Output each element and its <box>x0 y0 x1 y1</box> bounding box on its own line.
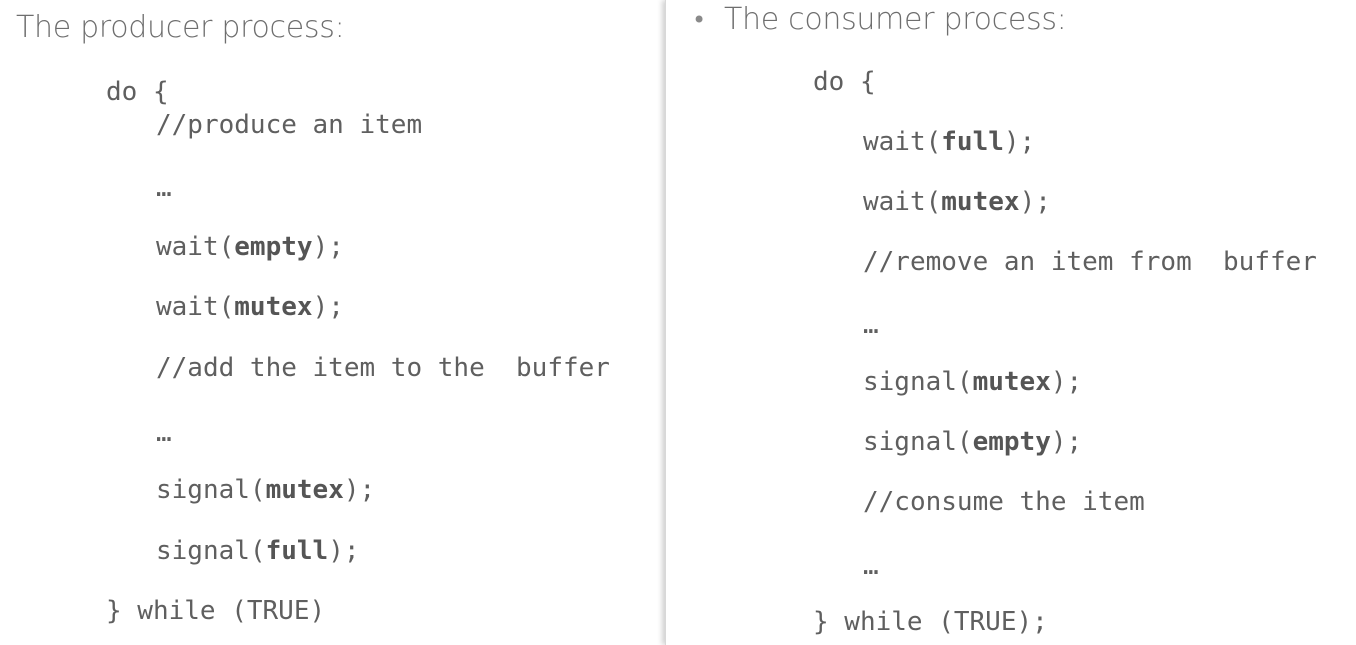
code-text: signal( <box>863 427 973 457</box>
code-text: wait( <box>156 292 235 322</box>
consumer-comment-consume: //consume the item <box>863 487 1145 517</box>
code-text: ); <box>1050 427 1083 457</box>
producer-do-open: do { <box>106 77 169 107</box>
semaphore-mutex: mutex <box>972 367 1051 397</box>
bullet-icon: • <box>692 6 707 34</box>
consumer-do-open: do { <box>813 67 876 97</box>
code-text: ); <box>1003 127 1036 157</box>
producer-comment-add: //add the item to the buffer <box>156 353 610 383</box>
producer-wait-mutex: wait(mutex); <box>156 291 344 323</box>
code-text: wait( <box>156 232 235 262</box>
code-text: wait( <box>863 187 942 217</box>
producer-signal-mutex: signal(mutex); <box>156 474 375 506</box>
producer-wait-empty: wait(empty); <box>156 231 344 263</box>
semaphore-mutex: mutex <box>234 292 313 322</box>
consumer-while-close: } while (TRUE); <box>813 607 1048 637</box>
producer-panel: The producer process: do { //produce an … <box>0 0 664 645</box>
code-text: signal( <box>156 475 266 505</box>
code-text: signal( <box>156 536 266 566</box>
code-text: ); <box>1050 367 1083 397</box>
consumer-signal-empty: signal(empty); <box>863 426 1082 458</box>
producer-ellipsis-1: … <box>156 173 172 203</box>
semaphore-mutex: mutex <box>265 475 344 505</box>
code-text: ); <box>1019 187 1051 217</box>
code-text: ); <box>312 292 344 322</box>
consumer-ellipsis-1: … <box>863 310 879 340</box>
producer-ellipsis-2: … <box>156 418 172 448</box>
producer-comment-produce: //produce an item <box>156 110 423 140</box>
consumer-panel: • The consumer process: do { wait(full);… <box>665 0 1356 645</box>
code-text: ); <box>312 232 344 262</box>
semaphore-mutex: mutex <box>941 187 1020 217</box>
code-text: ); <box>328 536 360 566</box>
producer-signal-full: signal(full); <box>156 535 360 567</box>
producer-while-close: } while (TRUE) <box>106 596 326 626</box>
consumer-heading: The consumer process: <box>724 2 1067 37</box>
code-text: ); <box>343 475 376 505</box>
code-text: wait( <box>863 127 942 157</box>
semaphore-empty: empty <box>972 427 1051 457</box>
consumer-wait-mutex: wait(mutex); <box>863 186 1051 218</box>
semaphore-empty: empty <box>234 232 313 262</box>
code-text: signal( <box>863 367 973 397</box>
slide-page: The producer process: do { //produce an … <box>0 0 1356 645</box>
consumer-signal-mutex: signal(mutex); <box>863 366 1082 398</box>
consumer-wait-full: wait(full); <box>863 126 1035 158</box>
semaphore-full: full <box>265 536 329 566</box>
consumer-ellipsis-2: … <box>863 551 879 581</box>
producer-heading: The producer process: <box>16 10 345 45</box>
semaphore-full: full <box>941 127 1004 157</box>
consumer-comment-remove: //remove an item from buffer <box>863 247 1317 277</box>
